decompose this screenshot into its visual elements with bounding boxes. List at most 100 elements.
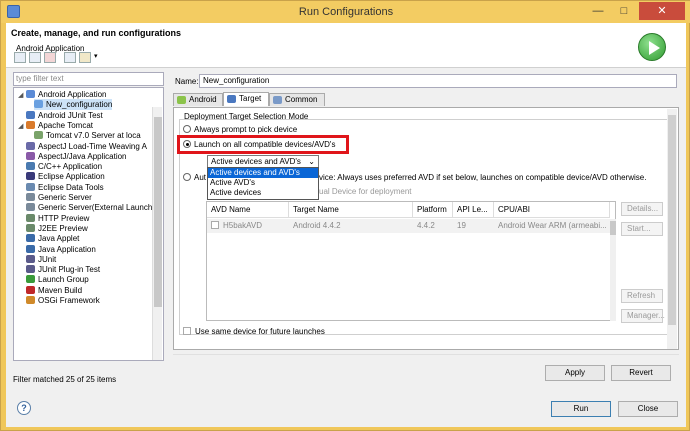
tab-common[interactable]: Common: [269, 93, 325, 106]
avd-checkbox[interactable]: [211, 221, 219, 229]
junit-icon: [26, 254, 35, 263]
col-target-name[interactable]: Target Name: [289, 202, 413, 218]
radio-automatic[interactable]: Aut: [183, 173, 206, 182]
tree-item-label: Eclipse Application: [38, 172, 105, 182]
table-scroll-thumb[interactable]: [610, 221, 616, 235]
osgi-icon: [26, 296, 35, 304]
duplicate-config-icon[interactable]: [29, 52, 41, 63]
details-button[interactable]: Details...: [621, 202, 663, 216]
radio-label: Aut: [194, 173, 207, 182]
button-divider: [173, 354, 679, 355]
tree-item-label: J2EE Preview: [38, 223, 88, 233]
cell-cpu: Android Wear ARM (armeabi...: [494, 219, 610, 233]
avd-table[interactable]: AVD Name Target Name Platform API Le... …: [206, 201, 616, 321]
radio-auto-description: vice: Always uses preferred AVD if set b…: [319, 173, 647, 182]
option-active-devices[interactable]: Active devices: [208, 188, 318, 198]
target-tab-icon: [227, 95, 236, 103]
tree-item-label: Generic Server(External Launch: [38, 203, 153, 213]
table-row[interactable]: H5bakAVD: [207, 219, 289, 233]
name-label: Name:: [175, 77, 199, 86]
device-dropdown-list[interactable]: Active devices and AVD's Active AVD's Ac…: [207, 167, 319, 200]
run-button[interactable]: Run: [551, 401, 611, 417]
tree-item-label: JUnit: [38, 254, 57, 264]
cell-api: 19: [453, 219, 494, 233]
radio-launch-all[interactable]: Launch on all compatible devices/AVD's: [183, 140, 335, 149]
apply-button[interactable]: Apply: [545, 365, 605, 381]
cpp-icon: [26, 162, 35, 171]
expand-arrow-icon[interactable]: ◢: [18, 121, 26, 132]
option-active-devices-avds[interactable]: Active devices and AVD's: [208, 168, 318, 178]
col-cpu-abi[interactable]: CPU/ABI: [494, 202, 610, 218]
config-tree[interactable]: ◢ Android Application New_configuration And…: [13, 87, 164, 361]
tomcat-icon: [26, 120, 35, 129]
tree-item-label: JUnit Plug-in Test: [38, 265, 101, 275]
tree-scrollbar[interactable]: [152, 107, 162, 360]
manual-device-note: ual Device for deployment: [319, 187, 412, 196]
android-app-icon: [26, 90, 35, 98]
maven-icon: [26, 285, 35, 294]
refresh-button[interactable]: Refresh: [621, 289, 663, 303]
close-window-button[interactable]: ✕: [639, 2, 685, 20]
delete-config-icon[interactable]: [44, 52, 56, 63]
manager-button[interactable]: Manager...: [621, 309, 665, 323]
aspectj-java-icon: [26, 151, 35, 160]
http-preview-icon: [26, 213, 35, 222]
tree-item-label: Maven Build: [38, 285, 83, 295]
tree-item-label: Apache Tomcat: [38, 120, 93, 130]
tree-scroll-thumb[interactable]: [154, 117, 162, 307]
tab-label: Android: [189, 95, 217, 104]
data-tools-icon: [26, 182, 35, 191]
radio-label: Launch on all compatible devices/AVD's: [194, 140, 336, 149]
junit-icon: [26, 110, 35, 119]
tree-item[interactable]: OSGi Framework: [18, 295, 100, 306]
tree-item-label: Android Application: [38, 90, 107, 99]
j2ee-icon: [26, 223, 35, 232]
radio-dot[interactable]: [183, 125, 191, 133]
cell-avd: H5bakAVD: [223, 221, 262, 230]
filter-input[interactable]: type filter text: [13, 72, 164, 86]
tree-item-label: Java Application: [38, 244, 96, 254]
option-active-avds[interactable]: Active AVD's: [208, 178, 318, 188]
new-config-icon[interactable]: [14, 52, 26, 63]
dialog-header: Create, manage, and run configurations A…: [6, 23, 686, 68]
col-platform[interactable]: Platform: [413, 202, 453, 218]
java-app-icon: [26, 244, 35, 253]
tree-item-label: Generic Server: [38, 193, 92, 202]
table-scrollbar[interactable]: [610, 219, 616, 321]
generic-server-ext-icon: [26, 203, 35, 212]
panel-scrollbar[interactable]: [667, 109, 677, 349]
chevron-down-icon[interactable]: ▾: [94, 52, 98, 60]
same-device-checkbox[interactable]: Use same device for future launches: [183, 327, 325, 336]
name-field[interactable]: New_configuration: [199, 74, 677, 88]
server-icon: [34, 131, 43, 140]
col-api-level[interactable]: API Le...: [453, 202, 494, 218]
radio-dot-selected[interactable]: [183, 140, 191, 148]
header-title: Create, manage, and run configurations: [11, 28, 182, 38]
minimize-button[interactable]: —: [585, 2, 611, 20]
android-config-icon: [34, 100, 43, 109]
android-tab-icon: [177, 96, 186, 104]
panel-scroll-thumb[interactable]: [668, 115, 676, 325]
radio-always-prompt[interactable]: Always prompt to pick device: [183, 125, 297, 134]
aspectj-icon: [26, 141, 35, 150]
tab-target[interactable]: Target: [223, 92, 269, 106]
start-button[interactable]: Start...: [621, 222, 663, 236]
radio-dot[interactable]: [183, 173, 191, 181]
help-icon[interactable]: ?: [17, 401, 31, 415]
checkbox-box[interactable]: [183, 327, 191, 335]
revert-button[interactable]: Revert: [611, 365, 671, 381]
tab-android[interactable]: Android: [173, 93, 223, 106]
tree-item-label: Java Applet: [38, 234, 80, 244]
col-avd-name[interactable]: AVD Name: [207, 202, 289, 218]
title-bar[interactable]: Run Configurations — □ ✕: [1, 1, 690, 23]
collapse-all-icon[interactable]: [64, 52, 76, 63]
run-configurations-window: Run Configurations — □ ✕ Create, manage,…: [0, 0, 690, 431]
maximize-button[interactable]: □: [611, 2, 637, 20]
filter-status: Filter matched 25 of 25 items: [13, 375, 117, 384]
tree-item-label: New_configuration: [46, 100, 113, 110]
launch-group-icon: [26, 275, 35, 284]
filter-config-icon[interactable]: [79, 52, 91, 63]
expand-arrow-icon[interactable]: ◢: [18, 90, 26, 101]
close-button[interactable]: Close: [618, 401, 678, 417]
tree-item-label: OSGi Framework: [38, 296, 100, 305]
